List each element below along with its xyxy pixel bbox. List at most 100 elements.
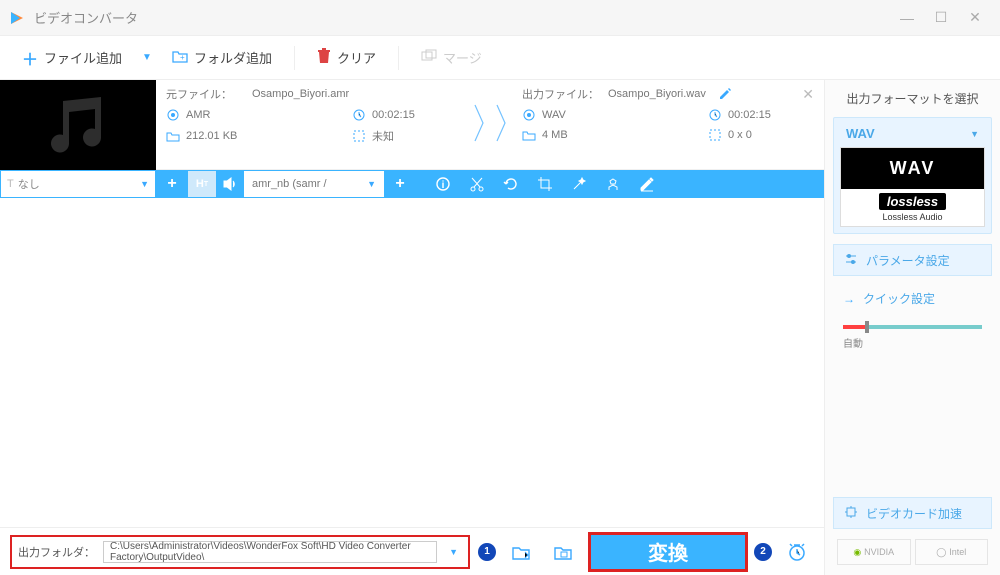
effects-button[interactable] [562, 170, 596, 198]
clear-button[interactable]: クリア [307, 42, 386, 73]
toolbar: ＋ ファイル追加 ▼ + フォルダ追加 クリア マージ [0, 36, 1000, 80]
slider-handle[interactable] [865, 321, 869, 333]
music-note-icon [43, 95, 113, 155]
subtitle-select[interactable]: T なし ▼ [0, 170, 156, 198]
add-subtitle-button[interactable]: + [158, 171, 186, 197]
clear-label: クリア [337, 48, 376, 67]
chevron-down-icon: ▼ [367, 179, 376, 189]
remove-item-button[interactable]: ✕ [802, 86, 814, 103]
chevron-right-icon [473, 103, 485, 146]
arrow-right-icon: → [843, 292, 855, 306]
app-logo-icon [8, 9, 26, 27]
cut-button[interactable] [460, 170, 494, 198]
out-size: 4 MB [542, 129, 568, 141]
merge-label: マージ [443, 48, 482, 67]
out-file-label: 出力ファイル： [522, 86, 602, 102]
quality-slider[interactable] [843, 325, 982, 329]
chevron-down-icon: ▼ [970, 129, 979, 139]
separator [294, 46, 295, 70]
maximize-button[interactable]: ☐ [924, 3, 958, 33]
format-selector[interactable]: WAV ▼ WAV lossless Lossless Audio [833, 117, 992, 234]
step-badge-2: 2 [754, 543, 772, 561]
add-folder-label: フォルダ追加 [194, 48, 272, 67]
step-badge-1: 1 [478, 543, 496, 561]
quick-settings-link[interactable]: → クイック設定 [833, 286, 992, 311]
params-label: パラメータ設定 [866, 252, 950, 269]
open-folder-button[interactable] [504, 535, 538, 569]
merge-button[interactable]: マージ [411, 42, 492, 73]
output-folder-dropdown[interactable]: ▼ [445, 547, 462, 557]
folder-plus-icon: + [172, 49, 188, 66]
nvidia-toggle[interactable]: ◉NVIDIA [837, 539, 911, 565]
convert-button[interactable]: 変換 [588, 532, 748, 572]
out-dimensions: 0 x 0 [728, 129, 752, 141]
output-folder-path[interactable]: C:\Users\Administrator\Videos\WonderFox … [103, 541, 437, 563]
clock-icon [708, 108, 722, 122]
format-panel-title: 出力フォーマットを選択 [833, 90, 992, 107]
file-item: 元ファイル： Osampo_Biyori.amr AMR 00:02:15 212… [0, 80, 824, 170]
format-name: WAV [846, 126, 875, 141]
close-button[interactable]: ✕ [958, 3, 992, 33]
hardsub-button[interactable]: HT [188, 171, 216, 197]
format-card: WAV lossless Lossless Audio [840, 147, 985, 227]
add-file-button[interactable]: ＋ ファイル追加 [12, 40, 132, 76]
add-folder-button[interactable]: + フォルダ追加 [162, 42, 282, 73]
chevron-right-icon [495, 103, 507, 146]
svg-text:i: i [442, 180, 445, 191]
src-size: 212.01 KB [186, 130, 237, 142]
dimensions-icon [708, 128, 722, 142]
footer: 出力フォルダ： C:\Users\Administrator\Videos\Wo… [0, 527, 824, 575]
src-codec: AMR [186, 109, 210, 121]
info-button[interactable]: i [426, 170, 460, 198]
plus-icon: ＋ [22, 46, 38, 70]
folder-icon [166, 129, 180, 143]
codec-icon [522, 108, 536, 122]
merge-icon [421, 49, 437, 66]
title-bar: ビデオコンバータ — ☐ ✕ [0, 0, 1000, 36]
lossless-text: Lossless Audio [882, 212, 942, 222]
speaker-icon [216, 177, 244, 191]
out-file-name: Osampo_Biyori.wav [608, 88, 706, 100]
audio-track-select[interactable]: amr_nb (samr / ▼ [244, 171, 384, 197]
chevron-down-icon: ▼ [134, 179, 155, 189]
crop-button[interactable] [528, 170, 562, 198]
dimensions-icon [352, 129, 366, 143]
right-panel: 出力フォーマットを選択 WAV ▼ WAV lossless Lossless A… [824, 80, 1000, 575]
svg-text:+: + [180, 53, 185, 62]
add-file-dropdown[interactable]: ▼ [136, 52, 158, 63]
folder-icon [522, 128, 536, 142]
separator [398, 46, 399, 70]
lossless-logo: lossless [879, 193, 946, 210]
gpu-accel-button[interactable]: ビデオカード加速 [833, 497, 992, 529]
output-folder-label: 出力フォルダ： [18, 544, 95, 560]
thumbnail [0, 80, 156, 170]
empty-area [0, 198, 824, 527]
item-action-bar: T なし ▼ + HT amr_nb (samr / ▼ + i [0, 170, 824, 198]
quick-label: クイック設定 [863, 290, 935, 307]
watermark-button[interactable] [596, 170, 630, 198]
src-file-name: Osampo_Biyori.amr [252, 88, 349, 100]
intel-icon: ◯ [936, 547, 946, 558]
subtitle-text-icon: T [7, 178, 14, 190]
edit-name-icon[interactable] [718, 87, 732, 101]
folder-icon-button[interactable] [546, 535, 580, 569]
rotate-button[interactable] [494, 170, 528, 198]
timer-button[interactable] [780, 535, 814, 569]
clock-icon [352, 108, 366, 122]
out-codec: WAV [542, 109, 566, 121]
minimize-button[interactable]: — [890, 3, 924, 33]
intel-toggle[interactable]: ◯Intel [915, 539, 989, 565]
subtitle-value: なし [18, 176, 40, 192]
trash-icon [317, 48, 331, 67]
out-duration: 00:02:15 [728, 109, 771, 121]
nvidia-icon: ◉ [853, 547, 861, 558]
audio-track-value: amr_nb (samr / [252, 178, 327, 190]
src-file-label: 元ファイル： [166, 86, 246, 102]
add-audio-button[interactable]: + [386, 171, 414, 197]
params-button[interactable]: パラメータ設定 [833, 244, 992, 276]
gpu-label: ビデオカード加速 [866, 505, 962, 522]
output-folder-box: 出力フォルダ： C:\Users\Administrator\Videos\Wo… [10, 535, 470, 569]
edit-button[interactable] [630, 170, 664, 198]
codec-icon [166, 108, 180, 122]
slider-auto-label: 自動 [833, 333, 992, 352]
